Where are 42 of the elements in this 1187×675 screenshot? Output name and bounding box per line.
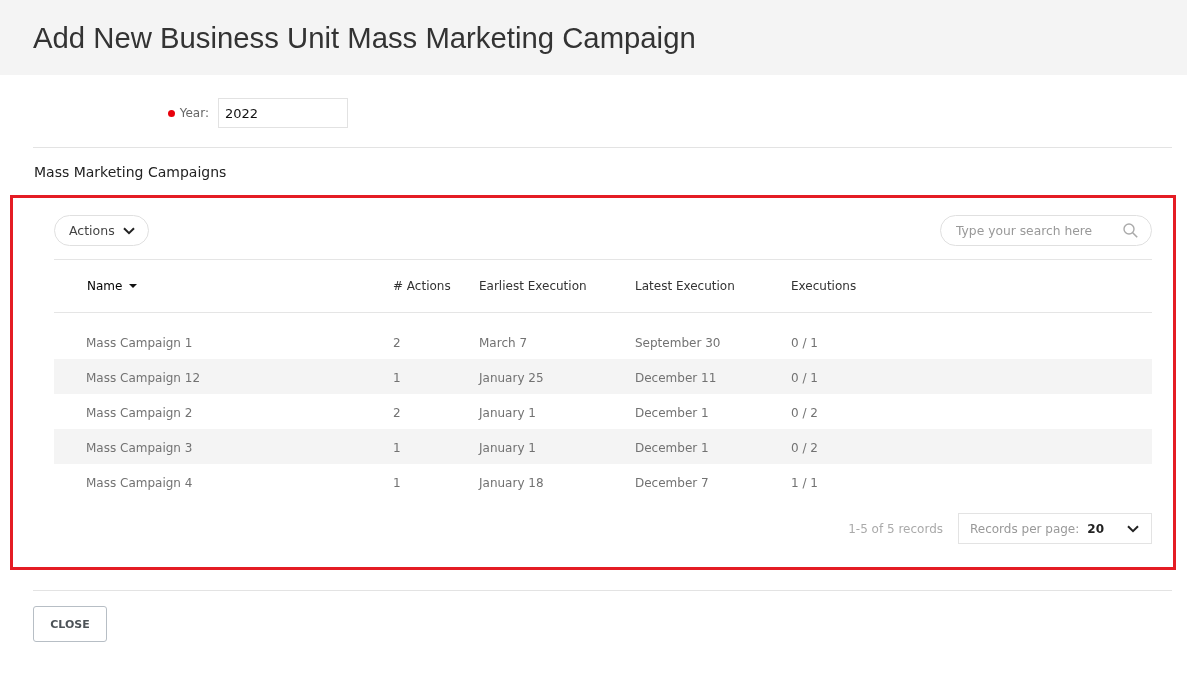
section-title: Mass Marketing Campaigns	[34, 163, 227, 181]
table-cell: 0 / 2	[791, 406, 818, 420]
table-cell: Mass Campaign 4	[86, 476, 193, 490]
record-count: 1-5 of 5 records	[848, 521, 943, 536]
table-cell: December 1	[635, 406, 709, 420]
page-size-select[interactable]: Records per page: 20	[958, 513, 1152, 544]
column-header[interactable]: Name	[87, 279, 123, 293]
table-cell: 0 / 1	[791, 371, 818, 385]
table-cell: Mass Campaign 3	[86, 441, 193, 455]
table-cell: 1	[393, 371, 401, 385]
table-cell: 0 / 1	[791, 336, 818, 350]
page-title: Add New Business Unit Mass Marketing Campaign	[33, 20, 696, 55]
table-cell: March 7	[479, 336, 528, 350]
year-input[interactable]: 2022	[218, 98, 348, 128]
table-cell: January 18	[479, 476, 544, 490]
table-cell: September 30	[635, 336, 721, 350]
table-cell: December 11	[635, 371, 717, 385]
table-cell: Mass Campaign 1	[86, 336, 193, 350]
table-cell: January 25	[479, 371, 544, 385]
table-cell: December 7	[635, 476, 709, 490]
table-cell: 1	[393, 476, 401, 490]
column-header[interactable]: # Actions	[393, 279, 451, 293]
chevron-down-icon	[122, 226, 135, 235]
table-cell: 2	[393, 406, 401, 420]
table-cell: 1 / 1	[791, 476, 818, 490]
column-header[interactable]: Latest Execution	[635, 279, 735, 293]
actions-dropdown[interactable]: Actions	[54, 215, 149, 246]
table-cell: 1	[393, 441, 401, 455]
field-label: Year:	[179, 106, 209, 120]
table-cell: 2	[393, 336, 401, 350]
column-header[interactable]: Earliest Execution	[479, 279, 587, 293]
chevron-down-icon	[1127, 524, 1139, 533]
table-cell: December 1	[635, 441, 709, 455]
table-cell: Mass Campaign 12	[86, 371, 201, 385]
table-cell: 0 / 2	[791, 441, 818, 455]
search-field[interactable]: Type your search here	[940, 215, 1152, 246]
table-cell: January 1	[479, 441, 536, 455]
close-button[interactable]: CLOSE	[33, 606, 107, 642]
table-cell: January 1	[479, 406, 536, 420]
search-icon	[1123, 223, 1138, 238]
table-cell: Mass Campaign 2	[86, 406, 193, 420]
column-header[interactable]: Executions	[791, 279, 857, 293]
